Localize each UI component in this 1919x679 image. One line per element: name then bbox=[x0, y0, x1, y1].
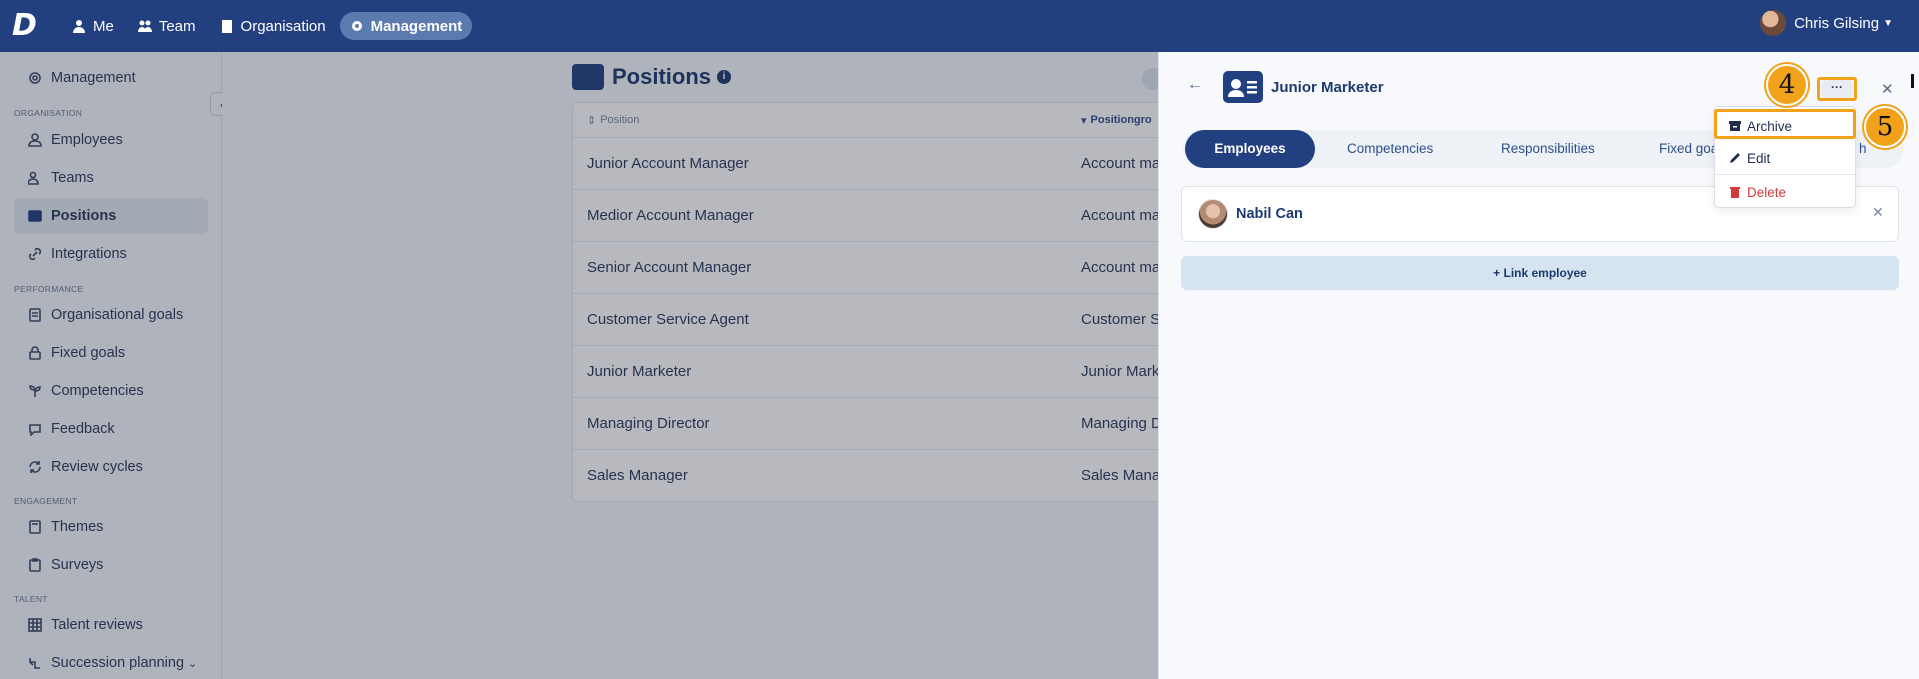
tab-fixed-goals[interactable]: Fixed goa bbox=[1659, 130, 1718, 168]
top-navigation-bar: D Me Team Organisation Management Chris … bbox=[0, 0, 1919, 52]
highlight-archive-item bbox=[1714, 109, 1856, 139]
id-card-icon bbox=[1223, 71, 1263, 103]
step-marker-4: 4 bbox=[1766, 64, 1808, 106]
user-menu[interactable]: Chris Gilsing ▼ bbox=[1760, 10, 1893, 36]
employee-avatar bbox=[1198, 199, 1228, 229]
remove-employee-icon[interactable]: ✕ bbox=[1872, 204, 1884, 221]
modal-overlay[interactable] bbox=[0, 52, 1158, 679]
user-avatar bbox=[1760, 10, 1787, 36]
menu-divider bbox=[1715, 174, 1855, 175]
menu-item-label: Delete bbox=[1747, 184, 1787, 200]
gear-icon bbox=[351, 21, 362, 31]
nav-management-label: Management bbox=[370, 17, 463, 35]
nav-organisation-label: Organisation bbox=[240, 17, 326, 35]
step-marker-5: 5 bbox=[1864, 106, 1906, 148]
highlight-more-button bbox=[1817, 77, 1857, 101]
tab-competencies[interactable]: Competencies bbox=[1347, 130, 1433, 168]
menu-item-delete[interactable]: Delete bbox=[1715, 178, 1855, 206]
pencil-icon bbox=[1730, 153, 1740, 163]
nav-me-label: Me bbox=[93, 17, 114, 35]
building-icon bbox=[221, 20, 232, 33]
trash-icon bbox=[1730, 187, 1740, 198]
nav-management[interactable]: Management bbox=[339, 12, 473, 40]
nav-team[interactable]: Team bbox=[128, 12, 206, 40]
tab-responsibilities[interactable]: Responsibilities bbox=[1501, 130, 1595, 168]
back-arrow-icon[interactable]: ← bbox=[1187, 76, 1203, 94]
team-icon bbox=[137, 20, 152, 32]
menu-item-edit[interactable]: Edit bbox=[1715, 144, 1855, 172]
nav-team-label: Team bbox=[158, 17, 196, 35]
tab-employees[interactable]: Employees bbox=[1185, 130, 1315, 168]
caret-down-icon: ▼ bbox=[1883, 17, 1893, 29]
app-logo[interactable]: D bbox=[12, 11, 42, 41]
nav-me[interactable]: Me bbox=[62, 12, 124, 40]
menu-item-label: Edit bbox=[1747, 150, 1771, 166]
user-name: Chris Gilsing bbox=[1794, 14, 1880, 32]
employee-name[interactable]: Nabil Can bbox=[1236, 206, 1303, 222]
person-icon bbox=[73, 20, 85, 33]
drawer-title: Junior Marketer bbox=[1271, 79, 1384, 96]
nav-organisation[interactable]: Organisation bbox=[210, 12, 336, 40]
link-employee-button[interactable]: + Link employee bbox=[1181, 256, 1899, 290]
mouse-cursor bbox=[1911, 74, 1914, 88]
close-icon[interactable]: ✕ bbox=[1881, 80, 1894, 98]
